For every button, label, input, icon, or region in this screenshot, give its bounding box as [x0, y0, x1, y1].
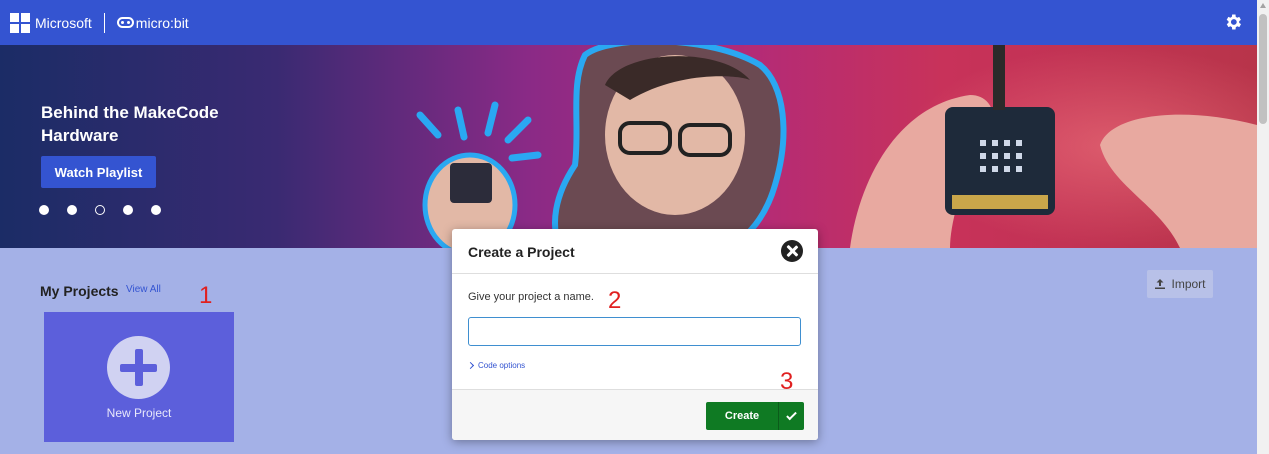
create-label: Create: [724, 410, 760, 422]
brand-divider: [103, 12, 105, 33]
annotation-step-3: 3: [780, 368, 794, 395]
carousel-dot-active[interactable]: [95, 205, 105, 215]
microsoft-label: Microsoft: [35, 14, 92, 31]
chevron-right-icon: [466, 361, 475, 370]
project-name-input[interactable]: [468, 317, 801, 346]
import-label: Import: [1171, 277, 1206, 291]
dialog-title: Create a Project: [468, 244, 575, 260]
code-options-label: Code options: [478, 361, 526, 370]
dialog-header: Create a Project: [452, 229, 818, 274]
hero-banner: Behind the MakeCode Hardware Watch Playl…: [0, 45, 1257, 248]
close-icon[interactable]: [781, 240, 803, 262]
create-button[interactable]: Create: [706, 402, 804, 430]
brand[interactable]: Microsoft micro:bit: [10, 12, 189, 33]
page-scrollbar[interactable]: [1257, 0, 1269, 454]
carousel-dot[interactable]: [39, 205, 49, 215]
hero-title: Behind the MakeCode Hardware: [41, 103, 219, 145]
hero-video-thumbnail[interactable]: [380, 45, 1257, 248]
checkmark-icon: [778, 402, 804, 430]
carousel-dot[interactable]: [151, 205, 161, 215]
annotation-step-1: 1: [199, 282, 213, 309]
watch-playlist-button[interactable]: Watch Playlist: [41, 156, 156, 188]
scroll-thumb[interactable]: [1259, 14, 1267, 124]
upload-icon: [1155, 279, 1166, 289]
project-name-prompt: Give your project a name.: [468, 291, 594, 303]
new-project-card[interactable]: New Project: [44, 312, 234, 442]
view-all-link[interactable]: View All: [126, 284, 161, 295]
annotation-step-2: 2: [608, 287, 622, 314]
gear-icon[interactable]: [1223, 12, 1243, 32]
create-project-dialog: Create a Project Give your project a nam…: [452, 229, 818, 440]
code-options-toggle[interactable]: Code options: [466, 361, 526, 370]
scroll-up-arrow-icon[interactable]: [1260, 3, 1266, 8]
my-projects-heading: My Projects: [40, 283, 119, 299]
carousel-dots: [39, 205, 161, 215]
microsoft-logo-icon: [10, 12, 30, 33]
carousel-dot[interactable]: [67, 205, 77, 215]
dialog-footer: Create: [452, 389, 818, 440]
microbit-icon: [116, 17, 134, 28]
microbit-label: micro:bit: [135, 14, 189, 31]
new-project-label: New Project: [106, 406, 172, 420]
microbit-logo[interactable]: micro:bit: [116, 14, 189, 31]
carousel-dot[interactable]: [123, 205, 133, 215]
plus-icon: [107, 336, 170, 399]
top-bar: Microsoft micro:bit: [0, 0, 1257, 45]
import-button[interactable]: Import: [1147, 270, 1213, 298]
